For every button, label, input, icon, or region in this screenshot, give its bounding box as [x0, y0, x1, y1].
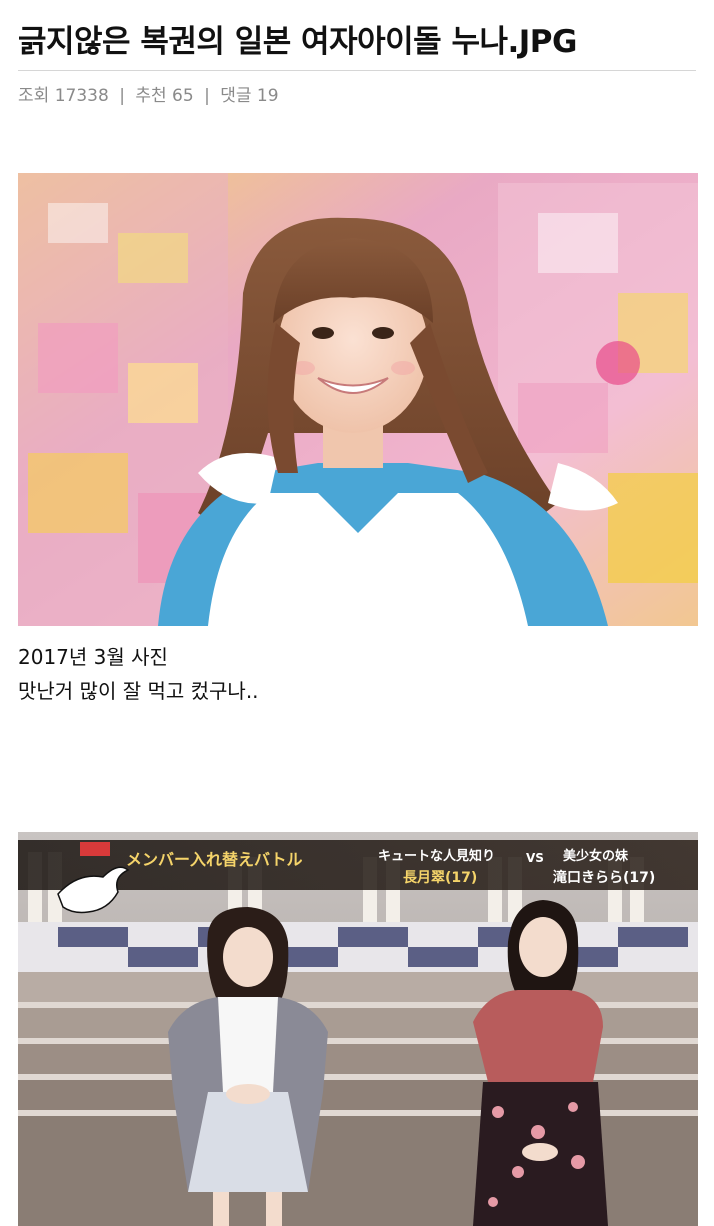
tv-banner-vs: VS — [526, 851, 544, 865]
caption-line: 2017년 3월 사진 — [18, 645, 168, 669]
comments-count: 19 — [256, 86, 279, 106]
post-meta: 조회 17338 | 추천 65 | 댓글 19 — [18, 83, 696, 109]
tv-banner-name-left: 長月翠(17) — [403, 870, 477, 886]
meta-separator: | — [119, 86, 125, 106]
views-label: 조회 — [18, 86, 50, 106]
tv-banner-mid-text: キュートな人見知り — [378, 848, 495, 864]
comments-label: 댓글 — [220, 86, 252, 106]
post-header: 긁지않은 복권의 일본 여자아이돌 누나.JPG 조회 17338 | 추천 6… — [18, 18, 696, 109]
tv-banner-left-text: メンバー入れ替えバトル — [126, 850, 302, 869]
tv-screenshot-photo: メンバー入れ替えバトル キュートな人見知り 長月翠(17) VS 美少女の妹 滝… — [18, 832, 698, 1226]
post-caption: 2017년 3월 사진 맛난거 많이 잘 먹고 컸구나.. — [18, 640, 696, 708]
views-count: 17338 — [54, 86, 109, 106]
meta-separator: | — [204, 86, 210, 106]
title-divider — [18, 70, 696, 71]
post-image-tv-screenshot[interactable]: メンバー入れ替えバトル キュートな人見知り 長月翠(17) VS 美少女の妹 滝… — [18, 832, 698, 1226]
post-image-portrait[interactable] — [18, 173, 698, 626]
post-title: 긁지않은 복권의 일본 여자아이돌 누나.JPG — [18, 24, 577, 60]
recommend-count: 65 — [172, 86, 194, 106]
caption-line: 맛난거 많이 잘 먹고 컸구나.. — [18, 679, 259, 703]
tv-banner-name-right: 滝口きらら(17) — [553, 869, 655, 886]
tv-banner-right-text: 美少女の妹 — [563, 848, 629, 864]
portrait-photo — [18, 173, 698, 626]
recommend-label: 추천 — [135, 86, 167, 106]
